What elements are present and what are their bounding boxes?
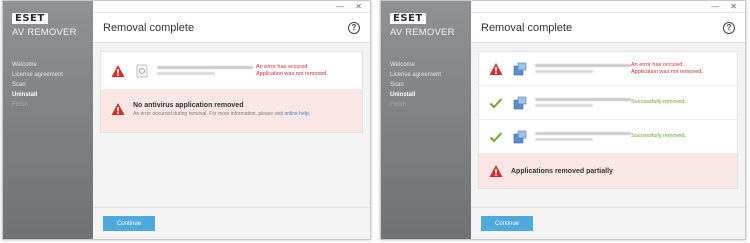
step-welcome: Welcome	[390, 62, 415, 68]
step-license: License agreement	[12, 72, 64, 78]
screenshot-stage: ESET AV REMOVER Welcome License agreemen…	[0, 0, 750, 243]
banner-description: An error occurred during removal. For mo…	[133, 111, 311, 117]
main-panel: — ✕ Removal complete ? An error has occu…	[93, 1, 370, 239]
continue-button[interactable]: Continue	[103, 216, 155, 231]
result-row: Successfully removed.	[479, 86, 737, 120]
results-area: An error has occured. Application was no…	[471, 43, 745, 207]
product-name: AV REMOVER	[390, 27, 455, 38]
close-button[interactable]: ✕	[730, 2, 737, 11]
eset-logo-box: ESET	[390, 13, 426, 24]
main-panel: — ✕ Removal complete ? An error has occu…	[471, 1, 745, 239]
warning-icon	[489, 62, 503, 75]
application-name-redacted	[157, 66, 253, 75]
wizard-steps: Welcome License agreement Scan Uninstall…	[390, 60, 471, 110]
checkmark-icon	[489, 97, 503, 108]
footer: Continue	[471, 207, 745, 239]
step-scan: Scan	[390, 82, 404, 88]
wizard-steps: Welcome License agreement Scan Uninstall…	[12, 60, 93, 110]
eset-logo: ESET	[12, 13, 93, 24]
application-icon	[136, 64, 148, 77]
warning-icon	[111, 103, 125, 115]
window-controls: — ✕	[471, 1, 745, 13]
installer-icon	[513, 96, 527, 109]
page-title: Removal complete	[481, 21, 573, 34]
result-message: An error has occured. Application was no…	[256, 63, 328, 77]
result-message: Successfully removed.	[631, 133, 687, 139]
step-license: License agreement	[390, 72, 442, 78]
results-list: An error has occured. Application was no…	[478, 51, 738, 189]
application-name-redacted	[535, 98, 631, 107]
help-button[interactable]: ?	[348, 21, 360, 34]
step-scan: Scan	[12, 82, 26, 88]
warning-icon	[489, 165, 503, 177]
checkmark-icon	[489, 131, 503, 142]
minimize-button[interactable]: —	[711, 2, 719, 11]
step-uninstall: Uninstall	[12, 92, 38, 98]
sidebar: ESET AV REMOVER Welcome License agreemen…	[381, 1, 471, 239]
application-name-redacted	[535, 64, 631, 73]
banner-title: Applications removed partially	[511, 167, 613, 175]
warning-icon	[111, 64, 125, 77]
banner-text: No antivirus application removed An erro…	[133, 102, 310, 117]
eset-logo: ESET	[390, 13, 471, 24]
online-help-link[interactable]: online help	[284, 111, 308, 117]
step-uninstall: Uninstall	[390, 92, 416, 98]
eset-window-2: ESET AV REMOVER Welcome License agreemen…	[380, 0, 746, 240]
step-welcome: Welcome	[12, 62, 37, 68]
installer-icon	[513, 130, 527, 143]
results-area: An error has occured. Application was no…	[93, 43, 370, 207]
result-row: An error has occured. Application was no…	[101, 52, 362, 90]
installer-icon	[513, 62, 527, 75]
product-name: AV REMOVER	[12, 27, 77, 38]
window-controls: — ✕	[93, 1, 370, 13]
header: Removal complete ?	[93, 13, 370, 43]
footer: Continue	[93, 207, 370, 239]
result-message: Successfully removed.	[631, 99, 687, 105]
step-finish: Finish	[12, 102, 29, 108]
application-name-redacted	[535, 132, 631, 141]
status-banner: No antivirus application removed An erro…	[101, 90, 362, 132]
help-button[interactable]: ?	[723, 21, 735, 34]
banner-text: Applications removed partially	[511, 168, 613, 175]
eset-logo-box: ESET	[12, 13, 48, 24]
result-row: An error has occured. Application was no…	[479, 52, 737, 86]
page-title: Removal complete	[103, 21, 195, 34]
banner-title: No antivirus application removed	[133, 102, 244, 109]
header: Removal complete ?	[471, 13, 745, 43]
sidebar: ESET AV REMOVER Welcome License agreemen…	[3, 1, 93, 239]
result-row: Successfully removed.	[479, 120, 737, 154]
close-button[interactable]: ✕	[355, 2, 362, 11]
result-message: An error has occured. Application was no…	[631, 61, 703, 75]
eset-window-1: ESET AV REMOVER Welcome License agreemen…	[2, 0, 371, 240]
results-list: An error has occured. Application was no…	[100, 51, 363, 133]
step-finish: Finish	[390, 102, 407, 108]
continue-button[interactable]: Continue	[481, 216, 533, 231]
minimize-button[interactable]: —	[336, 2, 344, 11]
status-banner: Applications removed partially	[479, 154, 737, 188]
